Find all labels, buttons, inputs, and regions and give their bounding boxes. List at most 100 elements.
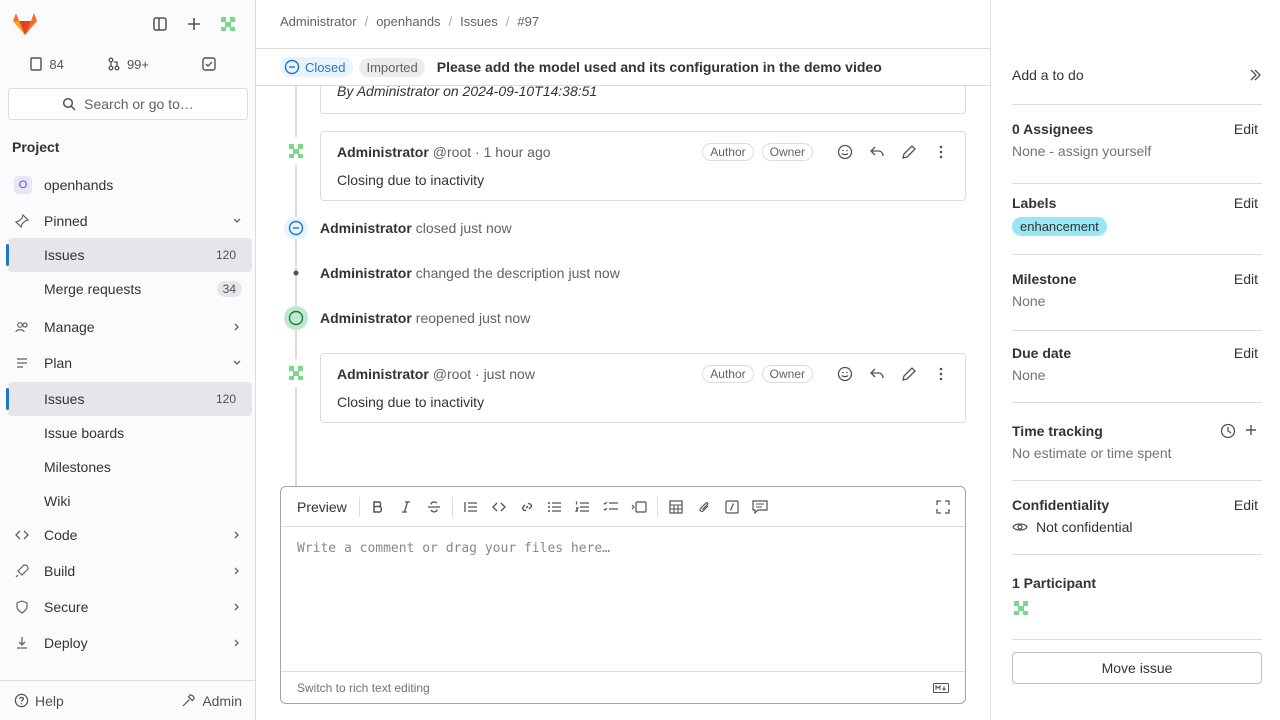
sidebar-item-code[interactable]: Code <box>8 518 252 552</box>
sidebar-item-deploy[interactable]: Deploy <box>8 626 252 660</box>
time-tracking-value: No estimate or time spent <box>1012 445 1172 461</box>
due-date-label: Due date <box>1012 345 1072 361</box>
move-issue-button[interactable]: Move issue <box>1012 652 1262 684</box>
milestone-block: Milestone Edit None <box>1012 271 1262 331</box>
sidebar-toggle-icon[interactable] <box>144 8 176 40</box>
sidebar-item-label: openhands <box>44 177 114 193</box>
note-author[interactable]: Administrator <box>337 144 429 160</box>
breadcrumb: Administrator / openhands / Issues / #97 <box>280 14 540 29</box>
sidebar-item-pinned-merge-requests[interactable]: Merge requests 34 <box>8 272 252 306</box>
collapse-sidebar-icon[interactable] <box>1248 68 1262 82</box>
quote-icon[interactable] <box>457 493 485 521</box>
create-new-icon[interactable] <box>178 8 210 40</box>
edit-icon[interactable] <box>893 358 925 390</box>
sidebar-header <box>0 0 256 44</box>
sidebar-item-secure[interactable]: Secure <box>8 590 252 624</box>
link-icon[interactable] <box>513 493 541 521</box>
sidebar-item-issue-boards[interactable]: Issue boards <box>8 416 252 450</box>
sidebar-item-wiki[interactable]: Wiki <box>8 484 252 518</box>
author-badge: Author <box>702 365 754 383</box>
note-meta[interactable]: @root · 1 hour ago <box>433 144 551 160</box>
system-note-author[interactable]: Administrator <box>320 220 412 236</box>
numbered-list-icon[interactable] <box>569 493 597 521</box>
users-icon <box>14 319 30 335</box>
sidebar-item-pinned[interactable]: Pinned <box>8 204 252 238</box>
preview-tab[interactable]: Preview <box>289 499 355 515</box>
todo-list-button[interactable] <box>171 48 248 80</box>
emoji-reaction-icon[interactable] <box>829 136 861 168</box>
assignees-value[interactable]: None - assign yourself <box>1012 143 1262 159</box>
breadcrumb-item[interactable]: Administrator <box>280 14 357 29</box>
markdown-icon[interactable] <box>933 682 949 693</box>
breadcrumb-item[interactable]: Issues <box>460 14 498 29</box>
system-note-time[interactable]: just now <box>460 220 511 236</box>
note-meta[interactable]: @root · just now <box>433 366 535 382</box>
system-note-time[interactable]: just now <box>479 310 530 326</box>
system-note-time[interactable]: just now <box>568 265 619 281</box>
edit-labels-button[interactable]: Edit <box>1234 195 1258 211</box>
reply-icon[interactable] <box>861 136 893 168</box>
sidebar-item-build[interactable]: Build <box>8 554 252 588</box>
merge-requests-button[interactable]: 99+ <box>89 48 166 80</box>
system-note-author[interactable]: Administrator <box>320 265 412 281</box>
add-time-icon[interactable] <box>1244 423 1258 439</box>
time-tracking-report-icon[interactable] <box>1220 423 1236 439</box>
sidebar-item-manage[interactable]: Manage <box>8 310 252 344</box>
more-actions-icon[interactable] <box>925 358 957 390</box>
label-chip[interactable]: enhancement <box>1012 217 1107 236</box>
avatar[interactable] <box>282 137 310 165</box>
participants-block: 1 Participant <box>1012 575 1262 640</box>
sidebar-item-label: Wiki <box>44 493 71 509</box>
confidentiality-value: Not confidential <box>1036 519 1133 535</box>
quick-actions-icon[interactable] <box>718 493 746 521</box>
collapsible-icon[interactable] <box>625 493 653 521</box>
chevron-down-icon <box>232 358 242 368</box>
search-label: Search or go to… <box>84 96 194 112</box>
system-note-action: closed <box>415 220 457 236</box>
reply-icon[interactable] <box>861 358 893 390</box>
more-actions-icon[interactable] <box>925 136 957 168</box>
attach-file-icon[interactable] <box>690 493 718 521</box>
breadcrumb-item[interactable]: #97 <box>517 14 539 29</box>
sidebar-item-pinned-issues[interactable]: Issues 120 <box>6 238 252 272</box>
edit-milestone-button[interactable]: Edit <box>1234 271 1258 287</box>
edit-confidentiality-button[interactable]: Edit <box>1234 497 1258 513</box>
bullet-list-icon[interactable] <box>541 493 569 521</box>
search-button[interactable]: Search or go to… <box>8 88 248 120</box>
comment-template-icon[interactable] <box>746 493 774 521</box>
imported-meta: By Administrator on 2024-09-10T14:38:51 <box>337 86 598 99</box>
sidebar-item-plan-issues[interactable]: Issues 120 <box>6 382 252 416</box>
emoji-reaction-icon[interactable] <box>829 358 861 390</box>
comment-textarea[interactable]: Write a comment or drag your files here… <box>281 527 965 623</box>
code-icon[interactable] <box>485 493 513 521</box>
add-todo-button[interactable]: Add a to do <box>1012 67 1084 83</box>
edit-due-date-button[interactable]: Edit <box>1234 345 1258 361</box>
table-icon[interactable] <box>662 493 690 521</box>
sidebar-item-project[interactable]: O openhands <box>8 168 252 202</box>
breadcrumb-item[interactable]: openhands <box>376 14 440 29</box>
user-avatar[interactable] <box>212 8 244 40</box>
user-counts: 84 99+ <box>8 48 248 80</box>
description-card: By Administrator on 2024-09-10T14:38:51 <box>320 86 966 114</box>
sidebar-item-milestones[interactable]: Milestones <box>8 450 252 484</box>
avatar[interactable] <box>282 359 310 387</box>
edit-assignees-button[interactable]: Edit <box>1234 121 1258 137</box>
sidebar-item-plan[interactable]: Plan <box>8 346 252 380</box>
note-author[interactable]: Administrator <box>337 366 429 382</box>
admin-button[interactable]: Admin <box>175 687 248 715</box>
assigned-issues-button[interactable]: 84 <box>8 48 85 80</box>
merge-requests-count-badge: 34 <box>216 281 242 297</box>
strikethrough-icon[interactable] <box>420 493 448 521</box>
gitlab-logo-icon[interactable] <box>12 12 38 36</box>
sidebar-item-label: Merge requests <box>44 281 142 297</box>
task-list-icon[interactable] <box>597 493 625 521</box>
participant-avatar[interactable] <box>1012 599 1262 617</box>
help-button[interactable]: Help <box>8 687 70 715</box>
edit-icon[interactable] <box>893 136 925 168</box>
fullscreen-icon[interactable] <box>929 493 957 521</box>
deploy-icon <box>14 635 30 651</box>
bold-icon[interactable] <box>364 493 392 521</box>
switch-rich-text-button[interactable]: Switch to rich text editing <box>297 681 430 695</box>
italic-icon[interactable] <box>392 493 420 521</box>
system-note-author[interactable]: Administrator <box>320 310 412 326</box>
